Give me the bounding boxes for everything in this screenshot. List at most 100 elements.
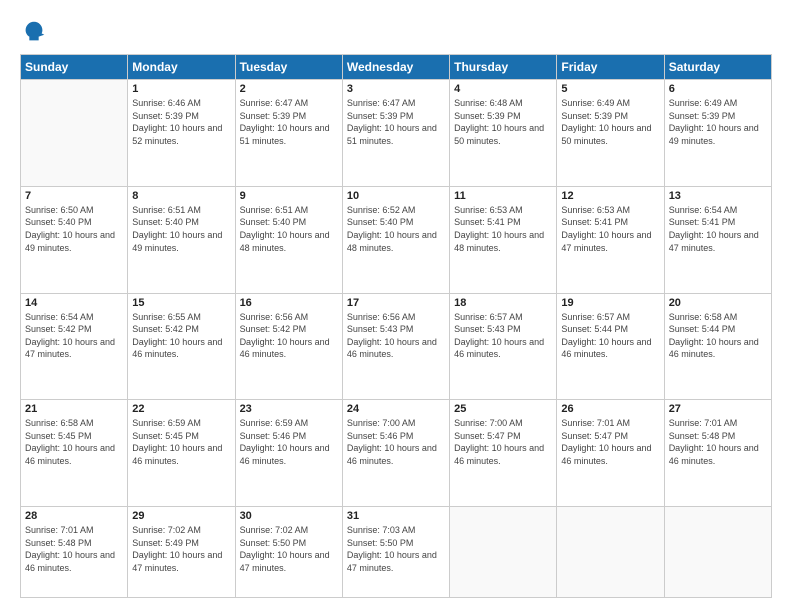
- calendar-cell: [557, 507, 664, 598]
- daylight-text: Daylight: 10 hours and 47 minutes.: [132, 550, 222, 573]
- day-number: 24: [347, 403, 445, 415]
- daylight-text: Daylight: 10 hours and 46 minutes.: [669, 337, 759, 360]
- daylight-text: Daylight: 10 hours and 48 minutes.: [454, 230, 544, 253]
- sunrise-text: Sunrise: 6:55 AM: [132, 312, 201, 322]
- daylight-text: Daylight: 10 hours and 48 minutes.: [240, 230, 330, 253]
- sunrise-text: Sunrise: 7:01 AM: [25, 525, 94, 535]
- calendar-cell: 29 Sunrise: 7:02 AM Sunset: 5:49 PM Dayl…: [128, 507, 235, 598]
- sunrise-text: Sunrise: 6:58 AM: [669, 312, 738, 322]
- weekday-header-wednesday: Wednesday: [342, 55, 449, 80]
- calendar-cell: 1 Sunrise: 6:46 AM Sunset: 5:39 PM Dayli…: [128, 80, 235, 187]
- daylight-text: Daylight: 10 hours and 46 minutes.: [132, 443, 222, 466]
- daylight-text: Daylight: 10 hours and 50 minutes.: [561, 123, 651, 146]
- day-number: 9: [240, 190, 338, 202]
- sunset-text: Sunset: 5:50 PM: [347, 538, 414, 548]
- day-info: Sunrise: 6:46 AM Sunset: 5:39 PM Dayligh…: [132, 97, 230, 147]
- day-number: 17: [347, 297, 445, 309]
- day-number: 4: [454, 83, 552, 95]
- day-number: 11: [454, 190, 552, 202]
- day-number: 18: [454, 297, 552, 309]
- sunrise-text: Sunrise: 7:01 AM: [561, 418, 630, 428]
- sunset-text: Sunset: 5:48 PM: [669, 431, 736, 441]
- calendar-cell: 20 Sunrise: 6:58 AM Sunset: 5:44 PM Dayl…: [664, 293, 771, 400]
- calendar-cell: 13 Sunrise: 6:54 AM Sunset: 5:41 PM Dayl…: [664, 186, 771, 293]
- day-info: Sunrise: 6:47 AM Sunset: 5:39 PM Dayligh…: [347, 97, 445, 147]
- daylight-text: Daylight: 10 hours and 46 minutes.: [25, 550, 115, 573]
- sunset-text: Sunset: 5:43 PM: [347, 324, 414, 334]
- sunrise-text: Sunrise: 6:51 AM: [132, 205, 201, 215]
- sunrise-text: Sunrise: 7:01 AM: [669, 418, 738, 428]
- day-info: Sunrise: 6:53 AM Sunset: 5:41 PM Dayligh…: [561, 204, 659, 254]
- day-number: 13: [669, 190, 767, 202]
- day-number: 26: [561, 403, 659, 415]
- day-number: 25: [454, 403, 552, 415]
- day-number: 20: [669, 297, 767, 309]
- sunrise-text: Sunrise: 7:00 AM: [454, 418, 523, 428]
- calendar-cell: 19 Sunrise: 6:57 AM Sunset: 5:44 PM Dayl…: [557, 293, 664, 400]
- sunset-text: Sunset: 5:48 PM: [25, 538, 92, 548]
- day-info: Sunrise: 6:59 AM Sunset: 5:46 PM Dayligh…: [240, 417, 338, 467]
- day-number: 27: [669, 403, 767, 415]
- calendar-week-row: 28 Sunrise: 7:01 AM Sunset: 5:48 PM Dayl…: [21, 507, 772, 598]
- day-info: Sunrise: 6:50 AM Sunset: 5:40 PM Dayligh…: [25, 204, 123, 254]
- daylight-text: Daylight: 10 hours and 49 minutes.: [132, 230, 222, 253]
- sunrise-text: Sunrise: 6:58 AM: [25, 418, 94, 428]
- daylight-text: Daylight: 10 hours and 46 minutes.: [347, 337, 437, 360]
- sunrise-text: Sunrise: 6:50 AM: [25, 205, 94, 215]
- calendar-cell: 21 Sunrise: 6:58 AM Sunset: 5:45 PM Dayl…: [21, 400, 128, 507]
- sunrise-text: Sunrise: 6:57 AM: [454, 312, 523, 322]
- day-info: Sunrise: 7:01 AM Sunset: 5:47 PM Dayligh…: [561, 417, 659, 467]
- sunrise-text: Sunrise: 6:54 AM: [25, 312, 94, 322]
- day-info: Sunrise: 6:56 AM Sunset: 5:42 PM Dayligh…: [240, 311, 338, 361]
- daylight-text: Daylight: 10 hours and 46 minutes.: [561, 443, 651, 466]
- weekday-header-sunday: Sunday: [21, 55, 128, 80]
- day-number: 14: [25, 297, 123, 309]
- calendar-week-row: 7 Sunrise: 6:50 AM Sunset: 5:40 PM Dayli…: [21, 186, 772, 293]
- sunrise-text: Sunrise: 6:52 AM: [347, 205, 416, 215]
- weekday-header-monday: Monday: [128, 55, 235, 80]
- calendar-cell: 14 Sunrise: 6:54 AM Sunset: 5:42 PM Dayl…: [21, 293, 128, 400]
- sunrise-text: Sunrise: 6:59 AM: [240, 418, 309, 428]
- daylight-text: Daylight: 10 hours and 47 minutes.: [347, 550, 437, 573]
- calendar-cell: 25 Sunrise: 7:00 AM Sunset: 5:47 PM Dayl…: [450, 400, 557, 507]
- day-info: Sunrise: 7:01 AM Sunset: 5:48 PM Dayligh…: [25, 524, 123, 574]
- calendar-cell: 10 Sunrise: 6:52 AM Sunset: 5:40 PM Dayl…: [342, 186, 449, 293]
- day-number: 16: [240, 297, 338, 309]
- daylight-text: Daylight: 10 hours and 48 minutes.: [347, 230, 437, 253]
- sunrise-text: Sunrise: 6:48 AM: [454, 98, 523, 108]
- daylight-text: Daylight: 10 hours and 49 minutes.: [669, 123, 759, 146]
- sunset-text: Sunset: 5:44 PM: [561, 324, 628, 334]
- day-info: Sunrise: 6:51 AM Sunset: 5:40 PM Dayligh…: [132, 204, 230, 254]
- day-info: Sunrise: 6:58 AM Sunset: 5:44 PM Dayligh…: [669, 311, 767, 361]
- day-info: Sunrise: 6:55 AM Sunset: 5:42 PM Dayligh…: [132, 311, 230, 361]
- day-info: Sunrise: 6:54 AM Sunset: 5:41 PM Dayligh…: [669, 204, 767, 254]
- calendar-cell: 31 Sunrise: 7:03 AM Sunset: 5:50 PM Dayl…: [342, 507, 449, 598]
- sunset-text: Sunset: 5:45 PM: [25, 431, 92, 441]
- day-number: 2: [240, 83, 338, 95]
- sunset-text: Sunset: 5:39 PM: [132, 111, 199, 121]
- sunrise-text: Sunrise: 6:51 AM: [240, 205, 309, 215]
- sunrise-text: Sunrise: 6:53 AM: [454, 205, 523, 215]
- day-number: 29: [132, 510, 230, 522]
- sunset-text: Sunset: 5:46 PM: [347, 431, 414, 441]
- sunrise-text: Sunrise: 6:47 AM: [347, 98, 416, 108]
- calendar-cell: 17 Sunrise: 6:56 AM Sunset: 5:43 PM Dayl…: [342, 293, 449, 400]
- day-number: 8: [132, 190, 230, 202]
- sunset-text: Sunset: 5:45 PM: [132, 431, 199, 441]
- day-info: Sunrise: 7:01 AM Sunset: 5:48 PM Dayligh…: [669, 417, 767, 467]
- sunset-text: Sunset: 5:39 PM: [347, 111, 414, 121]
- day-number: 3: [347, 83, 445, 95]
- day-number: 21: [25, 403, 123, 415]
- day-info: Sunrise: 6:59 AM Sunset: 5:45 PM Dayligh…: [132, 417, 230, 467]
- daylight-text: Daylight: 10 hours and 50 minutes.: [454, 123, 544, 146]
- calendar-week-row: 21 Sunrise: 6:58 AM Sunset: 5:45 PM Dayl…: [21, 400, 772, 507]
- daylight-text: Daylight: 10 hours and 51 minutes.: [240, 123, 330, 146]
- sunset-text: Sunset: 5:39 PM: [240, 111, 307, 121]
- day-number: 5: [561, 83, 659, 95]
- sunset-text: Sunset: 5:39 PM: [454, 111, 521, 121]
- sunset-text: Sunset: 5:41 PM: [669, 217, 736, 227]
- logo: [20, 18, 52, 46]
- daylight-text: Daylight: 10 hours and 47 minutes.: [25, 337, 115, 360]
- sunrise-text: Sunrise: 6:53 AM: [561, 205, 630, 215]
- calendar-cell: 12 Sunrise: 6:53 AM Sunset: 5:41 PM Dayl…: [557, 186, 664, 293]
